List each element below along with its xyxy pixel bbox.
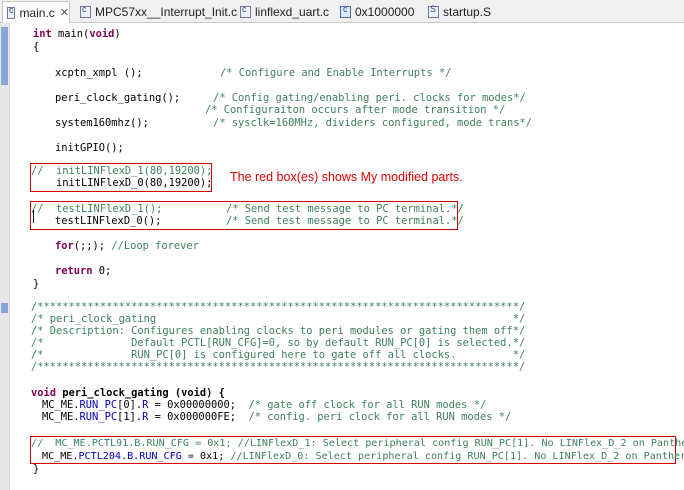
code-line: MC_ME.RUN_PC[1].R = 0x000000FE; /* confi…	[42, 411, 511, 424]
code-comment: // MC_ME.PCTL91.B.RUN_CFG = 0x1; //LINFl…	[31, 438, 684, 449]
code-line: xcptn_xmpl ();	[55, 67, 143, 79]
code-text: = 0x000000FE;	[148, 411, 249, 423]
field-name: RUN_PC	[79, 411, 118, 423]
code-comment: /* config. peri clock for all RUN modes …	[248, 411, 512, 423]
keyword: void	[89, 28, 115, 40]
keyword: int	[33, 28, 52, 40]
code-comment: //Loop forever	[111, 240, 199, 252]
annotation-text: The red box(es) shows My modified parts.	[230, 170, 463, 184]
keyword: for	[55, 240, 74, 252]
code-text: MC_ME.	[42, 451, 79, 462]
keyword: return	[55, 265, 93, 277]
code-comment: /* sysclk=160MHz, dividers configured, m…	[213, 117, 533, 129]
code-editor[interactable]: int main(void) { xcptn_xmpl (); /* Confi…	[0, 0, 684, 490]
code-text: [1].	[117, 411, 143, 423]
code-line: system160mhz();	[55, 117, 149, 129]
field-name: RUN_CFG	[139, 451, 182, 462]
code-line: peri_clock_gating();	[55, 92, 181, 104]
code-line: initLINFlexD_0(80,19200);	[31, 177, 213, 189]
code-comment: /* Configure and Enable Interrupts */	[220, 67, 452, 79]
code-comment: //LINFlexD_0: Select peripheral config R…	[230, 451, 684, 462]
code-comment: /* Send test message to PC terminal.*/	[226, 215, 464, 227]
code-text: 0;	[92, 265, 112, 277]
code-text: = 0x00000000;	[148, 399, 249, 411]
code-comment: /* gate off clock for all RUN modes */	[248, 399, 487, 411]
code-text: (;;);	[73, 240, 112, 252]
code-line: return 0;	[55, 265, 111, 278]
code-comment: /***************************************…	[31, 361, 526, 373]
code-line: int main(void)	[33, 28, 121, 40]
code-text: MC_ME.	[42, 399, 80, 411]
code-line: }	[33, 278, 40, 290]
code-text: MC_ME.	[42, 411, 80, 423]
code-line: testLINFlexD_0();	[55, 215, 162, 227]
code-line: initGPIO();	[55, 142, 124, 154]
code-text: = 0x1;	[181, 451, 231, 462]
code-comment: /* Configuraiton occurs after mode trans…	[205, 104, 506, 116]
text-cursor	[33, 210, 34, 223]
code-line: for(;;); //Loop forever	[55, 240, 199, 253]
field-name: RUN_PC	[79, 399, 118, 411]
code-text: [0].	[117, 399, 143, 411]
code-line: {	[33, 41, 40, 53]
code-line: MC_ME.PCTL204.B.RUN_CFG = 0x1; //LINFlex…	[42, 450, 684, 463]
keyword: void	[31, 387, 57, 399]
function-name: peri_clock_gating (void) {	[56, 387, 225, 399]
field-name: PCTL204	[78, 451, 122, 462]
code-line: }	[33, 463, 40, 475]
